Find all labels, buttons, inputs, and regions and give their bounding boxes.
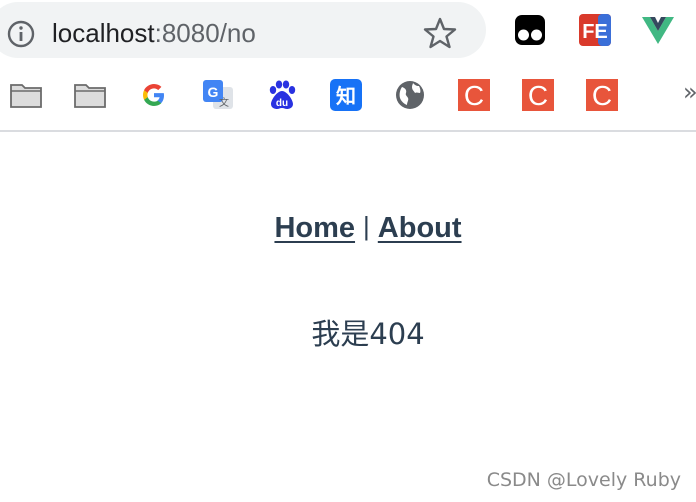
fe-helper-label: FE (582, 21, 608, 43)
toolbar-divider (0, 130, 696, 132)
about-link[interactable]: About (378, 212, 462, 244)
bookmark-star-icon[interactable] (423, 16, 457, 50)
bookmark-folder-1[interactable] (9, 78, 43, 112)
csdn-label-3: C (592, 80, 612, 111)
info-icon[interactable] (6, 19, 36, 49)
globe-icon[interactable] (393, 78, 427, 112)
home-link[interactable]: Home (274, 212, 355, 244)
zhihu-label: 知 (336, 84, 356, 108)
csdn-label-1: C (464, 80, 484, 111)
fe-helper-extension-icon[interactable]: FE (578, 13, 612, 47)
zhihu-icon[interactable]: 知 (329, 78, 363, 112)
more-bookmarks-chevron-icon[interactable]: » (683, 78, 696, 106)
svg-text:文: 文 (219, 96, 229, 109)
browser-toolbar: localhost:8080/no FE (0, 0, 696, 64)
vue-devtools-extension-icon[interactable] (641, 13, 675, 47)
router-nav: Home | About (0, 208, 696, 248)
nav-separator: | (363, 211, 370, 241)
csdn-icon-3[interactable]: C (585, 78, 619, 112)
csdn-icon-1[interactable]: C (457, 78, 491, 112)
url-host: localhost (52, 18, 155, 48)
csdn-label-2: C (528, 80, 548, 111)
google-translate-label: G (208, 84, 219, 100)
url-path: :8080/no (154, 18, 256, 48)
not-found-message: 我是404 (311, 317, 425, 351)
baidu-icon[interactable]: du (265, 78, 299, 112)
baidu-label: du (276, 98, 288, 109)
csdn-icon-2[interactable]: C (521, 78, 555, 112)
bookmark-folder-2[interactable] (73, 78, 107, 112)
tampermonkey-extension-icon[interactable] (513, 13, 547, 47)
address-bar[interactable]: localhost:8080/no (0, 2, 486, 58)
google-translate-icon[interactable]: G 文 (201, 78, 235, 112)
google-icon[interactable] (137, 78, 171, 112)
csdn-watermark: CSDN @Lovely Ruby (486, 469, 681, 491)
url-text[interactable]: localhost:8080/no (52, 16, 256, 50)
bookmarks-bar: G 文 du 知 C C C (0, 64, 696, 130)
